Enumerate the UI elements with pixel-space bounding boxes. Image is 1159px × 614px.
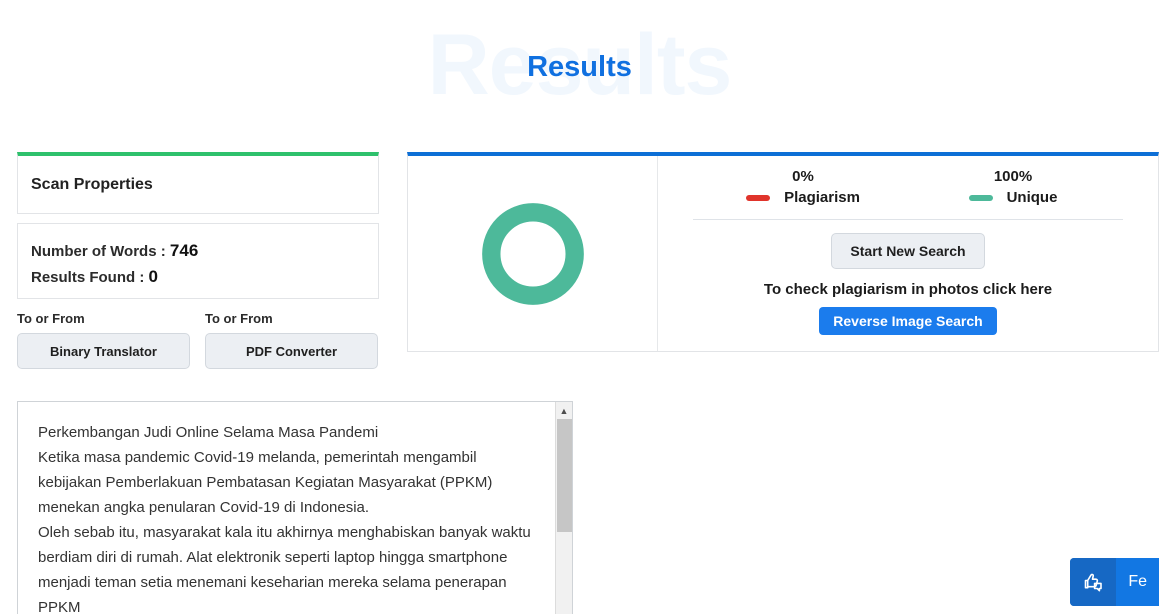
stat-value-results: 0 (148, 267, 158, 287)
scanned-text-paragraph: Perkembangan Judi Online Selama Masa Pan… (38, 424, 531, 614)
legend-percent-unique: 100% (993, 168, 1033, 185)
scroll-up-arrow-icon[interactable]: ▲ (556, 402, 572, 419)
thumbs-up-chat-icon (1085, 573, 1103, 592)
tool-label-pdf: To or From (205, 311, 273, 326)
legend-label-plagiarism: Plagiarism (784, 189, 860, 206)
start-new-search-button[interactable]: Start New Search (831, 233, 985, 269)
donut-chart-container (408, 156, 658, 351)
scanned-text-content: Perkembangan Judi Online Selama Masa Pan… (18, 402, 555, 614)
legend-marker-plagiarism-icon (746, 194, 771, 201)
scan-properties-heading: Scan Properties (31, 175, 153, 193)
scan-properties-column: Scan Properties Number of Words : 746 Re… (17, 152, 379, 369)
legend-percent-plagiarism: 0% (792, 168, 814, 185)
tool-pdf-converter: To or From PDF Converter (205, 311, 378, 369)
chart-legend: 0% Plagiarism 100% Unique (688, 168, 1128, 206)
legend-marker-unique-icon (968, 194, 993, 201)
photo-plagiarism-hint: To check plagiarism in photos click here (763, 281, 1053, 298)
stat-label-words: Number of Words : (31, 243, 166, 260)
stat-value-words: 746 (169, 241, 199, 260)
scrollbar-thumb[interactable] (557, 419, 572, 532)
results-legend-side: 0% Plagiarism 100% Unique Start New Sear… (658, 156, 1158, 351)
pdf-converter-button[interactable]: PDF Converter (205, 333, 378, 369)
scan-stats-card: Number of Words : 746 Results Found : 0 (17, 223, 379, 299)
legend-item-plagiarism: 0% Plagiarism (728, 168, 878, 206)
scanned-text-box[interactable]: Perkembangan Judi Online Selama Masa Pan… (17, 401, 573, 614)
feedback-thumbs-up-chat-icon (1070, 558, 1117, 606)
plagiarism-donut-chart (481, 202, 584, 305)
legend-item-unique: 100% Unique (938, 168, 1088, 206)
stat-number-of-words: Number of Words : 746 (31, 238, 365, 264)
page-header: Results Results (0, 0, 1159, 130)
stat-results-found: Results Found : 0 (31, 264, 365, 290)
feedback-widget[interactable]: Fe (1070, 558, 1159, 606)
reverse-image-search-button[interactable]: Reverse Image Search (819, 307, 997, 335)
tool-label-binary: To or From (17, 311, 85, 326)
stat-label-results: Results Found : (31, 269, 145, 287)
tools-row: To or From Binary Translator To or From … (17, 311, 379, 369)
results-summary-panel: 0% Plagiarism 100% Unique Start New Sear… (407, 152, 1159, 352)
legend-divider (693, 219, 1123, 220)
page-title: Results (527, 51, 632, 83)
text-scrollbar[interactable]: ▲ (555, 402, 572, 614)
tool-binary-translator: To or From Binary Translator (17, 311, 190, 369)
feedback-label: Fe (1116, 558, 1159, 606)
results-page: Results Results Scan Properties Number o… (0, 0, 1159, 614)
legend-label-unique: Unique (1006, 189, 1058, 206)
scan-properties-card: Scan Properties (17, 152, 379, 214)
binary-translator-button[interactable]: Binary Translator (17, 333, 190, 369)
